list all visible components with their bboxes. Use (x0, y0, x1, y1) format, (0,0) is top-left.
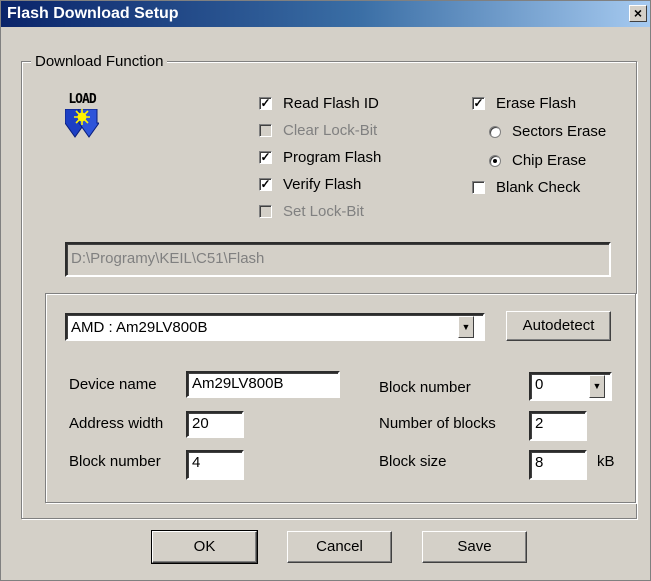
block-number-select-arrow[interactable]: ▼ (589, 375, 605, 398)
blank-check-label: Blank Check (496, 179, 581, 196)
device-select-arrow[interactable]: ▼ (458, 316, 474, 338)
verify-flash-checkbox[interactable]: ✓ Verify Flash (259, 176, 361, 193)
checkbox-box: ✓ (472, 96, 485, 110)
device-select[interactable]: AMD : Am29LV800B (65, 313, 485, 341)
program-flash-checkbox[interactable]: ✓ Program Flash (259, 149, 381, 166)
verify-flash-label: Verify Flash (283, 176, 362, 193)
read-flash-id-checkbox[interactable]: ✓ Read Flash ID (259, 95, 379, 112)
checkbox-box (472, 181, 485, 194)
chevron-down-icon: ▼ (461, 322, 471, 332)
cancel-button[interactable]: Cancel (287, 531, 392, 563)
window-title: Flash Download Setup (7, 5, 179, 22)
flash-path-field: D:\Programy\KEIL\C51\Flash (65, 242, 611, 277)
radio-circle (489, 154, 501, 167)
number-of-blocks-label: Number of blocks (379, 415, 496, 432)
save-button[interactable]: Save (422, 531, 527, 563)
block-number-left-label: Block number (69, 453, 161, 470)
block-size-unit: kB (597, 453, 615, 470)
blank-check-checkbox[interactable]: Blank Check (472, 179, 580, 196)
chip-erase-label: Chip Erase (512, 152, 587, 169)
set-lock-bit-label: Set Lock-Bit (283, 203, 364, 220)
checkbox-box: ✓ (259, 177, 272, 191)
block-size-label: Block size (379, 453, 447, 470)
clear-lock-bit-checkbox[interactable]: Clear Lock-Bit (259, 122, 377, 139)
radio-circle (489, 125, 501, 138)
load-icon: LOAD (65, 93, 99, 145)
address-width-label: Address width (69, 415, 164, 432)
erase-flash-checkbox[interactable]: ✓ Erase Flash (472, 95, 576, 112)
block-size-input[interactable]: 8 (529, 450, 587, 480)
block-number-left-input[interactable]: 4 (186, 450, 244, 480)
close-icon: × (633, 5, 643, 21)
checkbox-box: ✓ (259, 96, 272, 110)
flash-download-setup-dialog: Flash Download Setup × Download Function… (0, 0, 651, 581)
checkbox-box (259, 205, 272, 218)
program-flash-label: Program Flash (283, 149, 382, 166)
ok-button[interactable]: OK (151, 530, 258, 564)
sectors-erase-label: Sectors Erase (512, 123, 607, 140)
checkbox-box: ✓ (259, 150, 272, 164)
device-name-label: Device name (69, 376, 157, 393)
checkbox-box (259, 124, 272, 137)
title-bar[interactable]: Flash Download Setup × (1, 1, 650, 27)
download-function-legend: Download Function (31, 53, 168, 70)
chevron-down-icon: ▼ (592, 381, 602, 391)
read-flash-id-label: Read Flash ID (283, 95, 379, 112)
sectors-erase-radio[interactable]: Sectors Erase (489, 123, 606, 140)
autodetect-button[interactable]: Autodetect (506, 311, 611, 341)
device-name-input[interactable]: Am29LV800B (186, 371, 340, 398)
number-of-blocks-input[interactable]: 2 (529, 411, 587, 441)
clear-lock-bit-label: Clear Lock-Bit (283, 122, 378, 139)
erase-flash-label: Erase Flash (496, 95, 577, 112)
block-number-right-label: Block number (379, 379, 471, 396)
close-button[interactable]: × (629, 5, 647, 22)
set-lock-bit-checkbox[interactable]: Set Lock-Bit (259, 203, 364, 220)
address-width-input[interactable]: 20 (186, 411, 244, 438)
chip-erase-radio[interactable]: Chip Erase (489, 152, 586, 169)
